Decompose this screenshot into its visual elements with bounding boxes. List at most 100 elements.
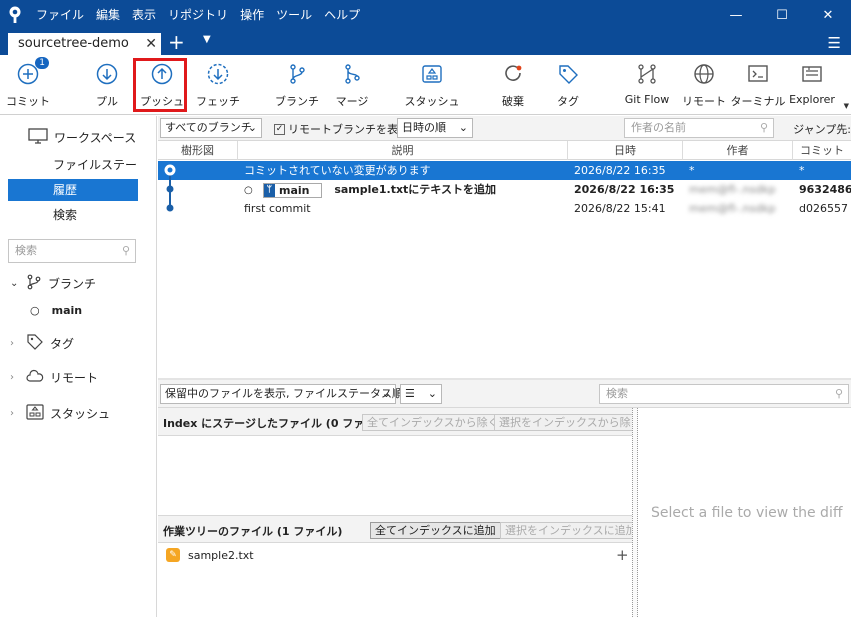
menu-tools[interactable]: ツール (270, 0, 318, 30)
cloud-icon (26, 369, 44, 386)
sort-order-dropdown[interactable]: 日時の順 ⌄ (397, 118, 473, 138)
explorer-label: Explorer (789, 93, 835, 106)
sidebar-item-main-branch[interactable]: ○ main (30, 304, 82, 317)
commit-label: コミット (6, 95, 50, 108)
chevron-right-icon: › (10, 372, 14, 383)
search-icon: ⚲ (121, 244, 130, 257)
stashes-label: スタッシュ (50, 407, 111, 421)
jump-to-label[interactable]: ジャンプ先: (793, 121, 851, 137)
pending-mode-dropdown[interactable]: 保留中のファイルを表示, ファイルステータス順 ⌄ (160, 384, 403, 404)
toolbar-overflow-icon[interactable]: ▼ (844, 102, 849, 110)
branch-label: ブランチ (275, 95, 319, 108)
list-item[interactable]: ✎ sample2.txt (166, 548, 254, 562)
file-search-placeholder: 検索 (606, 387, 628, 400)
head-commit-icon: ○ (244, 185, 253, 196)
add-tab-button[interactable]: + (168, 31, 185, 53)
sidebar-search-placeholder: 検索 (15, 244, 37, 257)
explorer-button[interactable]: Explorer (784, 61, 840, 106)
workspace-header: ワークスペース (28, 128, 136, 147)
terminal-icon (745, 61, 771, 87)
file-name: sample2.txt (188, 548, 254, 562)
terminal-button[interactable]: ターミナル (730, 61, 786, 109)
tab-dropdown-icon[interactable]: ▼ (203, 34, 211, 45)
table-row[interactable]: ○ ᛘ main sample1.txtにテキストを追加 2026/8/22 1… (158, 180, 851, 199)
row-description-cell: ○ ᛘ main sample1.txtにテキストを追加 (244, 180, 496, 200)
stage-all-button[interactable]: 全てインデックスに追加 (370, 522, 501, 539)
sidebar-item-search[interactable]: 検索 (8, 204, 138, 226)
staged-files-header: Index にステージしたファイル (0 ファイル) 全てインデックスから除く … (158, 408, 647, 436)
stash-button[interactable]: スタッシュ (404, 61, 460, 109)
pending-files-bar: 保留中のファイルを表示, ファイルステータス順 ⌄ ☰ ⌄ 検索 ⚲ (158, 380, 851, 408)
column-author[interactable]: 作者 (683, 141, 793, 160)
graph-node-uncommitted-dot (167, 167, 173, 173)
menu-view[interactable]: 表示 (126, 0, 162, 30)
fetch-button[interactable]: フェッチ (190, 61, 246, 109)
current-branch-icon: ○ (30, 304, 40, 317)
chevron-down-icon: ⌄ (247, 121, 257, 134)
commit-button[interactable]: 1 コミット (0, 57, 56, 109)
file-search-input[interactable]: 検索 ⚲ (599, 384, 849, 404)
tab-repository[interactable]: sourcetree-demo ✕ (8, 33, 161, 55)
branch-icon: ᛘ (263, 183, 275, 197)
close-button[interactable]: ✕ (805, 0, 851, 30)
branch-tag-main[interactable]: ᛘ main (262, 182, 323, 198)
discard-label: 破棄 (502, 95, 524, 108)
branch-button[interactable]: ブランチ (269, 61, 325, 109)
modified-file-icon: ✎ (166, 548, 180, 562)
search-icon: ⚲ (834, 387, 843, 400)
minimize-button[interactable]: — (713, 0, 759, 30)
row-date: 2026/8/22 16:35 (574, 183, 675, 196)
remote-label: リモート (682, 95, 726, 108)
stash-icon (26, 404, 44, 423)
diff-placeholder: Select a file to view the diff (651, 505, 843, 521)
worktree-files-header: 作業ツリーのファイル (1 ファイル) 全てインデックスに追加 選択をインデック… (158, 515, 642, 543)
chevron-right-icon: › (10, 408, 14, 419)
menu-help[interactable]: ヘルプ (318, 0, 366, 30)
sidebar-group-stashes[interactable]: › スタッシュ (10, 404, 110, 423)
column-description[interactable]: 説明 (238, 141, 568, 160)
menu-repository[interactable]: リポジトリ (162, 0, 234, 30)
sidebar-group-tags[interactable]: › タグ (10, 333, 74, 354)
show-remote-branches-label: リモートブランチを表示 (288, 123, 409, 136)
unstage-all-button[interactable]: 全てインデックスから除く (362, 414, 504, 431)
commit-table-header: 樹形図 説明 日時 作者 コミット (158, 141, 851, 160)
menu-file[interactable]: ファイル (30, 0, 90, 30)
maximize-button[interactable]: ☐ (759, 0, 805, 30)
menu-edit[interactable]: 編集 (90, 0, 126, 30)
merge-button[interactable]: マージ (324, 61, 380, 109)
stage-selected-button[interactable]: 選択をインデックスに追加 (500, 522, 642, 539)
table-row[interactable]: コミットされていない変更があります 2026/8/22 16:35 * * (158, 161, 851, 180)
chevron-down-icon: ⌄ (10, 278, 19, 289)
branch-filter-value: すべてのブランチ (165, 121, 252, 134)
checkbox-check-icon: ✓ (274, 123, 285, 135)
list-view-icon: ☰ (405, 387, 415, 400)
table-row[interactable]: first commit 2026/8/22 15:41 mem@fl-.nsd… (158, 199, 851, 218)
stage-file-plus-icon[interactable]: + (616, 546, 629, 564)
sidebar-item-history[interactable]: 履歴 (8, 179, 138, 201)
pull-label: プル (96, 95, 118, 108)
staged-files-title: Index にステージしたファイル (0 ファイル) (163, 417, 392, 430)
menu-actions[interactable]: 操作 (234, 0, 270, 30)
sidebar-group-remotes[interactable]: › リモート (10, 369, 98, 386)
sidebar-search-input[interactable]: 検索 ⚲ (8, 239, 136, 263)
column-commit[interactable]: コミット (793, 141, 851, 160)
unstage-selected-button[interactable]: 選択をインデックスから除く (494, 414, 647, 431)
sidebar-group-branches[interactable]: ⌄ ブランチ (10, 274, 96, 293)
hamburger-menu-icon[interactable]: ☰ (828, 34, 841, 52)
column-date[interactable]: 日時 (568, 141, 683, 160)
row-date: 2026/8/22 15:41 (574, 202, 666, 215)
tag-icon (555, 61, 581, 87)
author-search-input[interactable]: 作者の名前 ⚲ (624, 118, 774, 138)
tab-close-icon[interactable]: ✕ (145, 33, 157, 55)
view-mode-dropdown[interactable]: ☰ ⌄ (400, 384, 442, 404)
gitflow-button[interactable]: Git Flow (619, 61, 675, 106)
branch-filter-dropdown[interactable]: すべてのブランチ ⌄ (160, 118, 262, 138)
remote-button[interactable]: リモート (676, 61, 732, 109)
show-remote-branches-checkbox[interactable]: ✓ リモートブランチを表示 (274, 121, 409, 137)
sidebar-item-file-status[interactable]: ファイルステータス (8, 154, 138, 194)
discard-button[interactable]: 破棄 (485, 61, 541, 109)
toolbar: 1 コミット プル プッシュ フェッチ ブランチ マージ スタッシュ 破棄 タグ… (0, 55, 851, 115)
pull-button[interactable]: プル (79, 61, 135, 109)
tag-button[interactable]: タグ (540, 61, 596, 109)
column-graph[interactable]: 樹形図 (158, 141, 238, 160)
